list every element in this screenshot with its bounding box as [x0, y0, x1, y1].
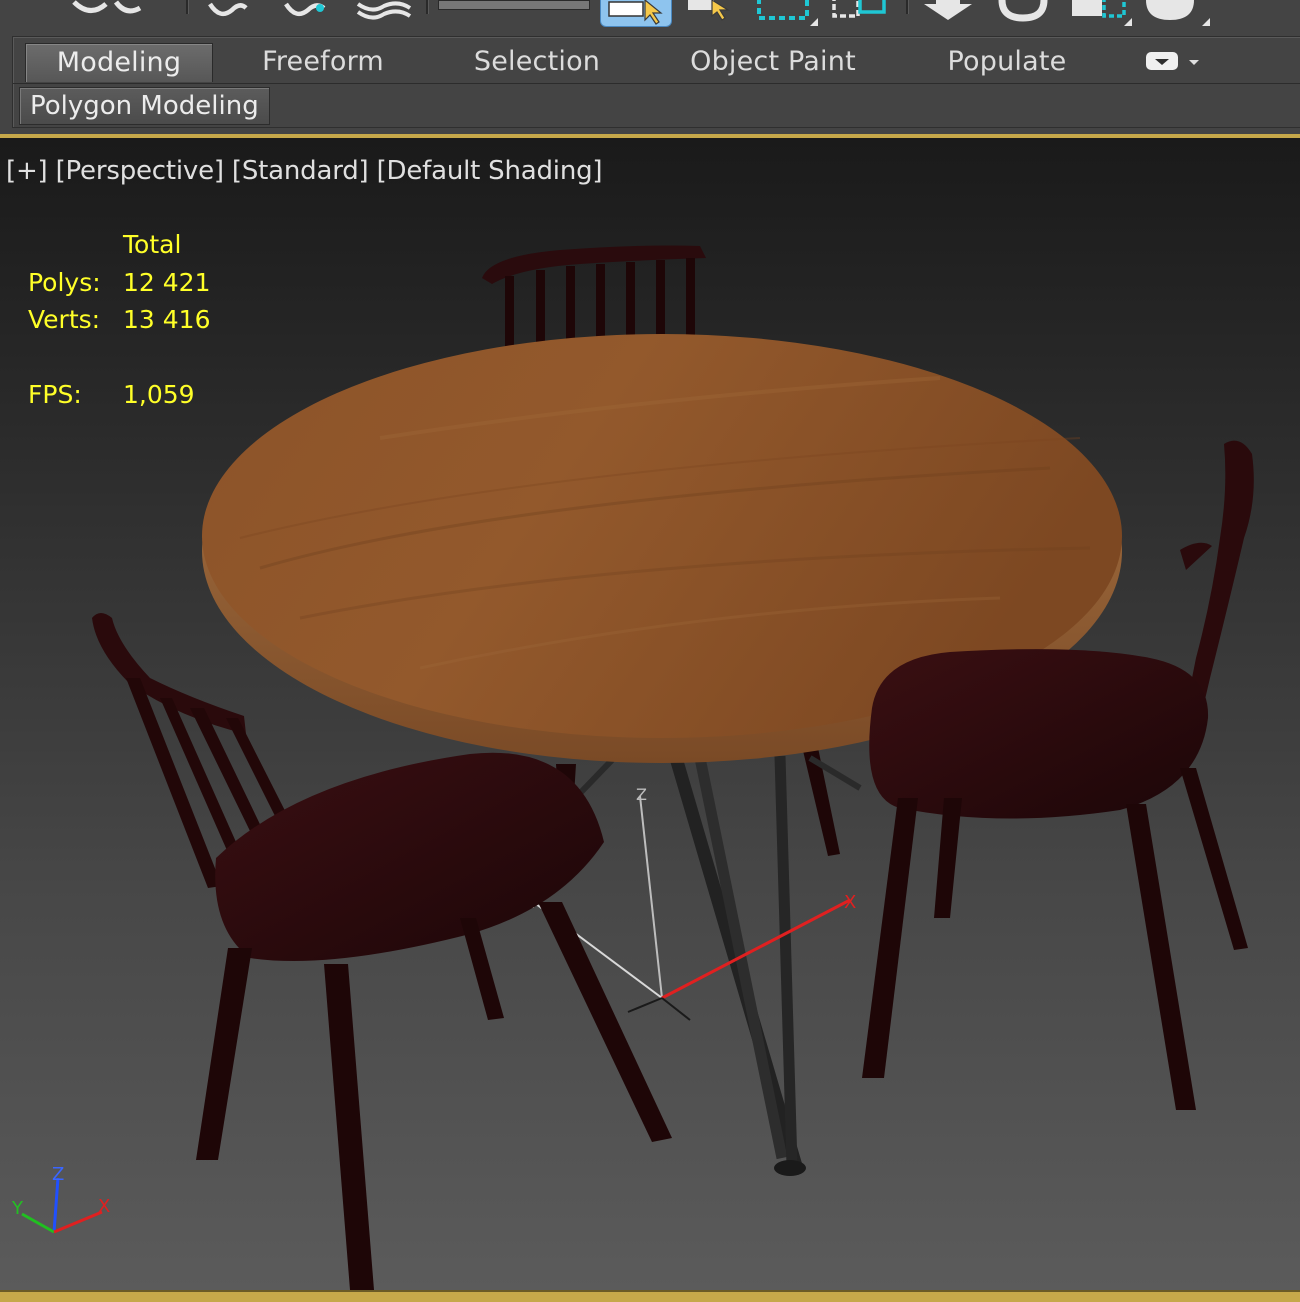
viewport-shading-menu[interactable]: [Default Shading] — [377, 156, 603, 186]
viewport-label-menu: [+] [Perspective] [Standard] [Default Sh… — [6, 156, 603, 186]
view-axis-tripod: Z Y X — [11, 1164, 110, 1234]
table-base[interactable] — [557, 755, 862, 1176]
unlink-icon[interactable] — [70, 0, 150, 22]
link-icon[interactable] — [204, 0, 250, 22]
fps-value: 1,059 — [123, 380, 195, 409]
select-and-scale-icon[interactable] — [1068, 0, 1132, 26]
viewport-point-of-view-menu[interactable]: [Perspective] — [56, 156, 224, 186]
tab-selection[interactable]: Selection — [465, 43, 609, 81]
fps-label: FPS: — [28, 380, 82, 409]
viewport-bottom-accent — [0, 1290, 1300, 1302]
select-and-bind-icon[interactable] — [354, 0, 414, 22]
tripod-y-label: Y — [11, 1198, 24, 1219]
ribbon-tab-bar: Modeling Freeform Selection Object Paint… — [13, 37, 1300, 84]
gizmo-z-label: Z — [636, 785, 647, 804]
main-toolbar — [0, 0, 1300, 33]
viewport-general-menu[interactable]: [+] — [6, 156, 48, 186]
viewport-standard-menu[interactable]: [Standard] — [232, 156, 369, 186]
polygon-modeling-panel-button[interactable]: Polygon Modeling — [19, 87, 270, 125]
bind-space-warp-icon[interactable] — [282, 0, 328, 22]
rectangular-selection-region-icon[interactable] — [756, 0, 818, 26]
select-object-icon[interactable] — [600, 0, 672, 27]
panel-selector-dropdown[interactable] — [1145, 49, 1207, 75]
select-and-place-icon[interactable] — [1144, 0, 1210, 26]
polys-label: Polys: — [28, 267, 101, 297]
selection-filter-dropdown[interactable] — [438, 0, 590, 10]
ribbon-panel-row: Polygon Modeling — [13, 83, 1300, 127]
gizmo-x-label: X — [844, 892, 856, 913]
tab-populate[interactable]: Populate — [939, 43, 1075, 81]
tab-modeling[interactable]: Modeling — [25, 43, 213, 82]
verts-value: 13 416 — [123, 305, 211, 334]
verts-label: Verts: — [28, 305, 101, 334]
select-by-name-icon[interactable] — [684, 0, 738, 22]
ribbon: Modeling Freeform Selection Object Paint… — [0, 32, 1300, 136]
tripod-x-label: X — [98, 1196, 110, 1217]
select-and-move-icon[interactable] — [922, 0, 974, 22]
tripod-z-label: Z — [52, 1164, 64, 1185]
select-and-rotate-icon[interactable] — [998, 0, 1048, 22]
tab-freeform[interactable]: Freeform — [249, 43, 397, 81]
dropdown-arrow-icon — [1146, 52, 1199, 70]
ribbon-frame: Modeling Freeform Selection Object Paint… — [12, 36, 1300, 128]
stats-header: Total — [123, 230, 182, 259]
tab-object-paint[interactable]: Object Paint — [685, 43, 861, 81]
perspective-viewport[interactable]: Z Y X — [0, 138, 1300, 1290]
window-crossing-icon[interactable] — [830, 0, 890, 22]
polys-value: 12 421 — [123, 267, 211, 297]
